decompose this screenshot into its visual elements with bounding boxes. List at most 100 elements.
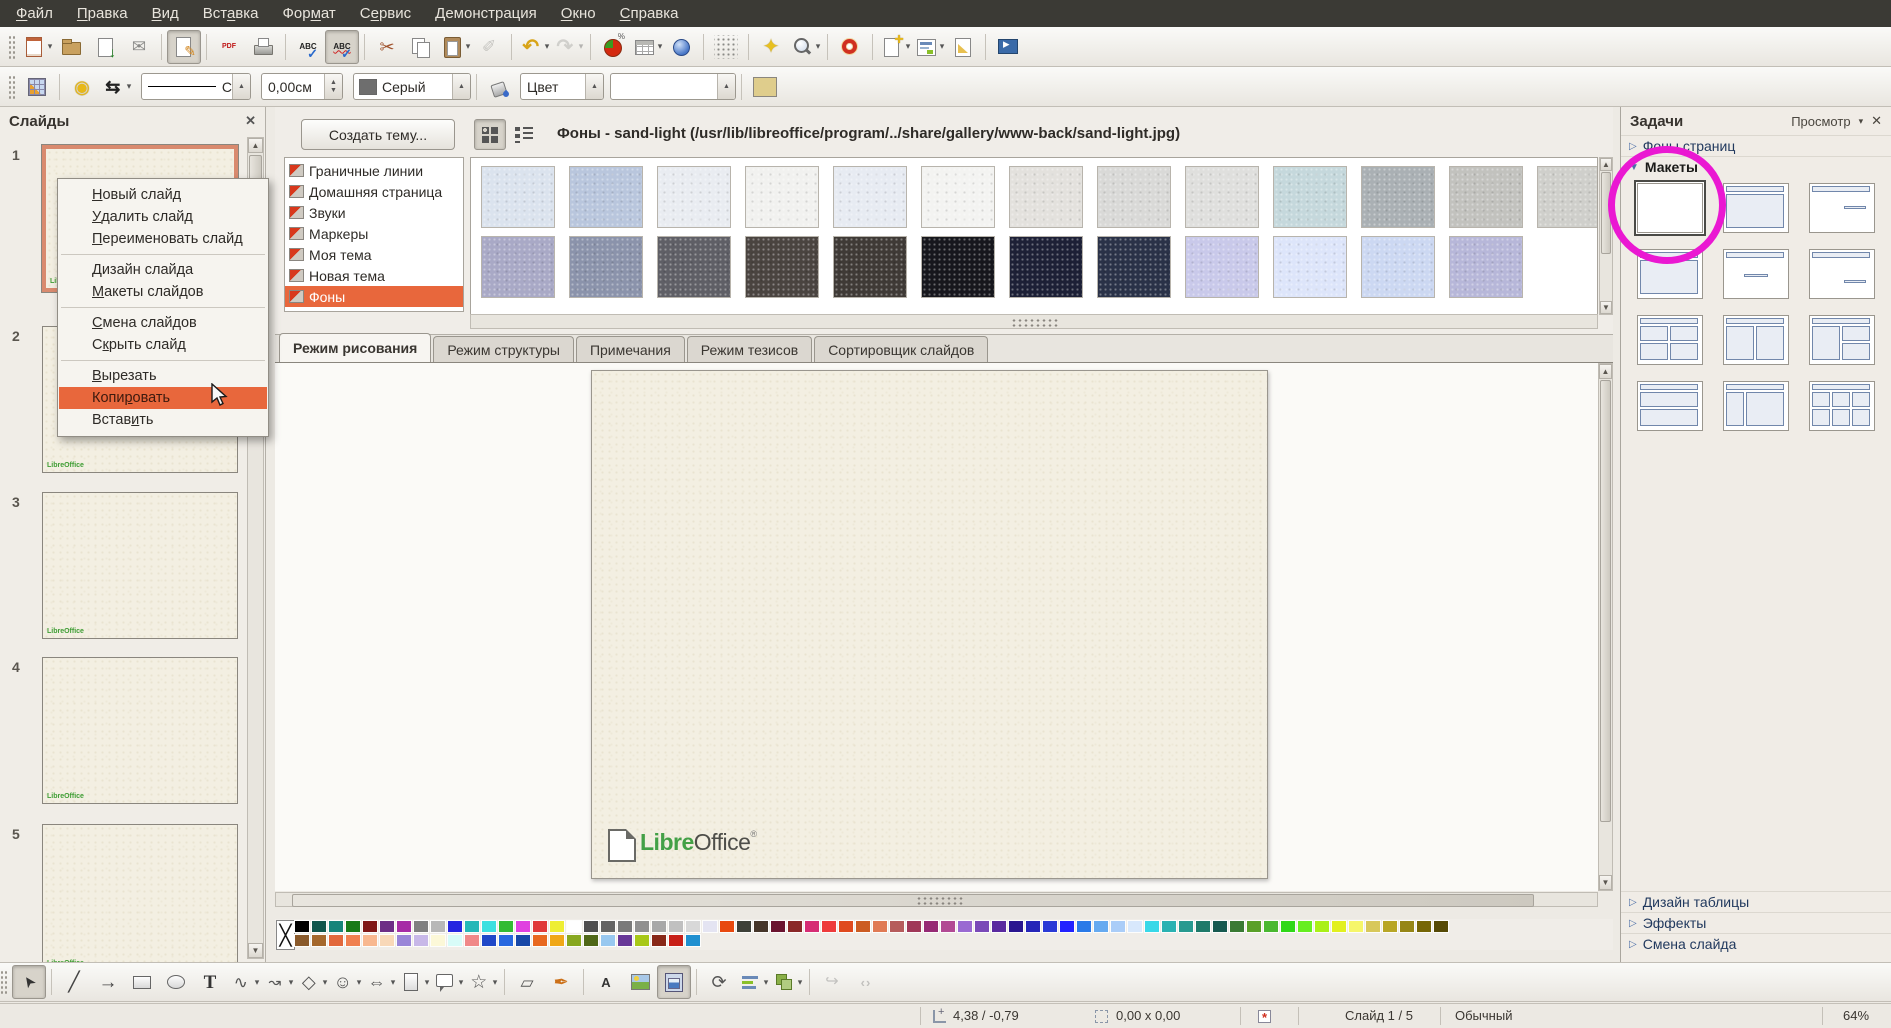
fontwork-gallery-button[interactable]: A	[589, 965, 623, 999]
color-cell[interactable]	[668, 934, 684, 947]
gallery-texture-tile[interactable]	[569, 166, 643, 228]
color-cell[interactable]	[549, 920, 565, 933]
design-button[interactable]	[946, 30, 980, 64]
color-cell[interactable]	[430, 934, 446, 947]
select-button[interactable]: ➤	[12, 965, 46, 999]
context-menu-item[interactable]: Скрыть слайд	[59, 334, 267, 356]
color-cell[interactable]	[1246, 920, 1262, 933]
spellcheck-button[interactable]: ABC	[291, 30, 325, 64]
color-cell[interactable]	[1008, 920, 1024, 933]
color-cell[interactable]	[1127, 920, 1143, 933]
color-cell[interactable]	[940, 920, 956, 933]
gallery-theme-item[interactable]: Звуки	[285, 202, 463, 223]
auto-spellcheck-button[interactable]: ABC	[325, 30, 359, 64]
color-cell[interactable]	[719, 920, 735, 933]
fill-style-button[interactable]	[482, 70, 516, 104]
color-cell[interactable]	[345, 920, 361, 933]
arrange-button[interactable]: ▾	[770, 965, 804, 999]
callouts-button[interactable]: ▾	[431, 965, 465, 999]
layout-title-text[interactable]	[1809, 183, 1875, 233]
fontwork-button[interactable]: ✒	[544, 965, 578, 999]
background-color-swatch[interactable]	[753, 77, 777, 97]
chevron-down-icon[interactable]: ▾	[493, 977, 498, 988]
menu-window[interactable]: Окно	[549, 2, 608, 25]
layout-title-2row[interactable]	[1637, 381, 1703, 431]
chevron-down-icon[interactable]: ▾	[816, 41, 821, 52]
color-cell[interactable]	[1025, 920, 1041, 933]
chevron-down-icon[interactable]: ▾	[357, 977, 362, 988]
save-button[interactable]	[88, 30, 122, 64]
chevron-down-icon[interactable]: ▾	[48, 41, 53, 52]
rectangle-button[interactable]	[125, 965, 159, 999]
splitter-handle[interactable]	[1011, 318, 1059, 327]
table-button[interactable]: ▾	[630, 30, 664, 64]
zoom-button[interactable]: ▾	[788, 30, 822, 64]
grid-button[interactable]	[709, 30, 743, 64]
color-cell[interactable]	[617, 920, 633, 933]
gallery-texture-tile[interactable]	[745, 166, 819, 228]
gallery-vscrollbar[interactable]: ▲ ▼	[1599, 157, 1613, 315]
color-cell[interactable]	[600, 934, 616, 947]
color-cell[interactable]	[1059, 920, 1075, 933]
email-button[interactable]: ✉	[122, 30, 156, 64]
line-style-combo[interactable]: С▲	[141, 73, 251, 100]
tab-inactive[interactable]: Режим структуры	[433, 336, 574, 362]
color-cell[interactable]	[583, 934, 599, 947]
context-menu-item[interactable]: Вырезать	[59, 365, 267, 387]
navigator-button[interactable]: ✦	[754, 30, 788, 64]
color-cell[interactable]	[566, 920, 582, 933]
color-cell[interactable]	[515, 920, 531, 933]
color-cell[interactable]	[532, 934, 548, 947]
section-collapsed[interactable]: ▷Смена слайда	[1621, 933, 1891, 954]
gallery-texture-tile[interactable]	[1361, 166, 1435, 228]
color-cell[interactable]	[328, 934, 344, 947]
color-cell[interactable]	[685, 934, 701, 947]
spin-buttons[interactable]: ▲	[585, 74, 603, 99]
color-cell[interactable]	[668, 920, 684, 933]
snap-grid-button[interactable]	[20, 70, 54, 104]
color-cell[interactable]	[515, 934, 531, 947]
spin-buttons[interactable]: ▲	[452, 74, 470, 99]
color-cell[interactable]	[379, 920, 395, 933]
context-menu-item-copy[interactable]: Копировать	[59, 387, 267, 409]
color-cell[interactable]	[651, 920, 667, 933]
menu-edit[interactable]: Правка	[65, 2, 140, 25]
color-cell[interactable]	[481, 920, 497, 933]
color-cell[interactable]	[362, 934, 378, 947]
slide-list-item[interactable]: 3LibreOffice	[0, 492, 265, 642]
slide-thumbnail[interactable]: LibreOffice	[42, 824, 238, 963]
gallery-texture-tile[interactable]	[921, 236, 995, 298]
glue-points-button[interactable]: ◉	[65, 70, 99, 104]
color-cell[interactable]	[447, 934, 463, 947]
menu-tools[interactable]: Сервис	[348, 2, 423, 25]
gallery-texture-tile[interactable]	[1185, 236, 1259, 298]
color-cell[interactable]	[328, 920, 344, 933]
gallery-texture-tile[interactable]	[1185, 166, 1259, 228]
print-button[interactable]	[246, 30, 280, 64]
menu-view[interactable]: Вид	[140, 2, 191, 25]
gallery-texture-tile[interactable]	[833, 236, 907, 298]
new-theme-button[interactable]: Создать тему...	[301, 119, 455, 150]
color-cell[interactable]	[566, 934, 582, 947]
chevron-down-icon[interactable]: ▾	[255, 977, 260, 988]
color-cell[interactable]	[906, 920, 922, 933]
flowchart-button[interactable]: ▾	[397, 965, 431, 999]
detail-view-button[interactable]	[508, 119, 540, 150]
gallery-texture-tile[interactable]	[657, 166, 731, 228]
color-cell[interactable]	[362, 920, 378, 933]
gallery-texture-tile[interactable]	[1449, 166, 1523, 228]
color-cell[interactable]	[396, 934, 412, 947]
color-cell[interactable]	[430, 920, 446, 933]
chevron-down-icon[interactable]: ▾	[658, 41, 663, 52]
color-cell[interactable]	[787, 920, 803, 933]
chevron-down-icon[interactable]: ▾	[545, 41, 550, 52]
color-cell[interactable]	[1042, 920, 1058, 933]
context-menu-item[interactable]: Удалить слайд	[59, 206, 267, 228]
symbol-shapes-button[interactable]: ☺▾	[329, 965, 363, 999]
slide-list-item[interactable]: 4LibreOffice	[0, 657, 265, 807]
color-cell[interactable]	[1280, 920, 1296, 933]
gallery-texture-tile[interactable]	[1537, 166, 1598, 228]
view-menu[interactable]: Просмотр	[1791, 114, 1850, 129]
color-cell[interactable]	[396, 920, 412, 933]
color-cell[interactable]	[1195, 920, 1211, 933]
